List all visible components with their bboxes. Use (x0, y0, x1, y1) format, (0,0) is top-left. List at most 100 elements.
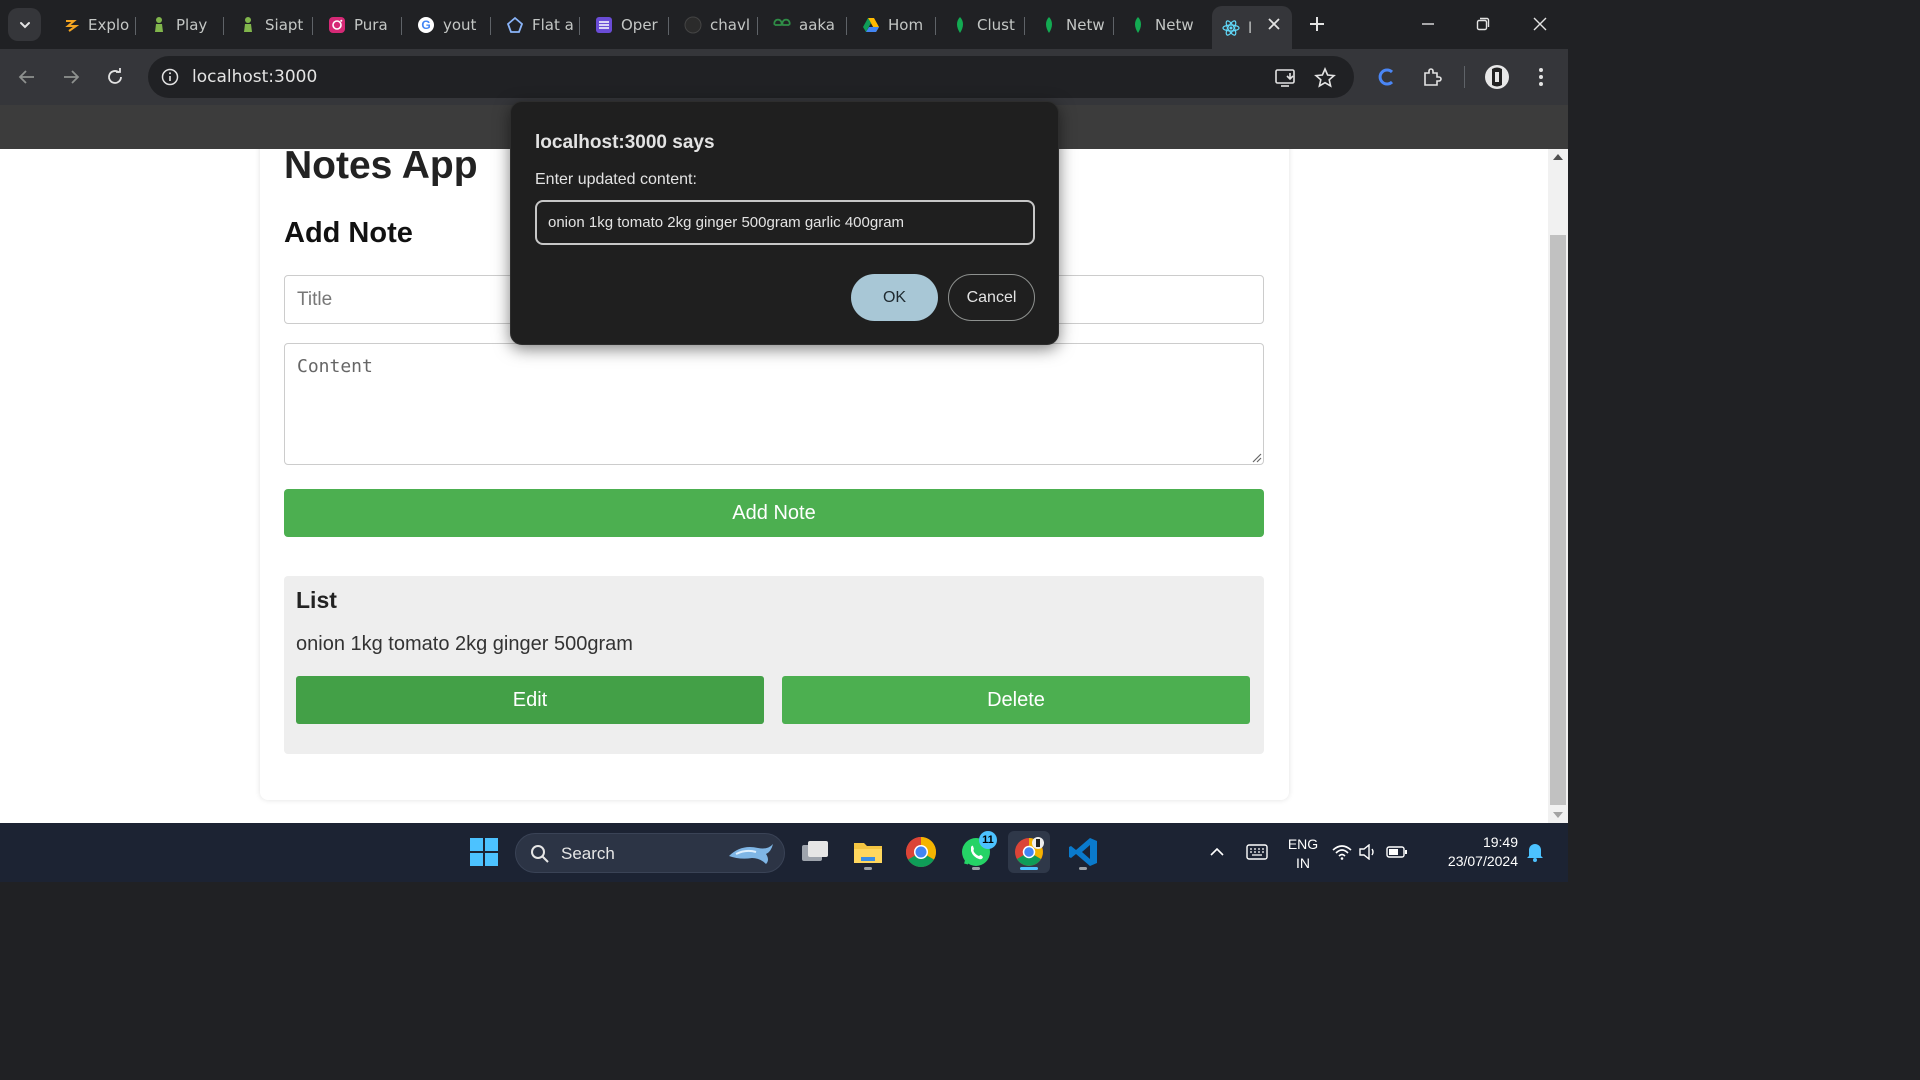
tab-label: Siapt (265, 16, 304, 34)
tab-label: yout (443, 16, 477, 34)
task-view-button[interactable] (794, 831, 836, 873)
tab-label: aaka (799, 16, 835, 34)
new-tab-button[interactable] (1303, 10, 1331, 38)
running-indicator (1079, 867, 1087, 870)
list-icon (595, 16, 613, 34)
site-info-icon[interactable] (158, 65, 182, 89)
extension-c-icon[interactable] (1373, 63, 1401, 91)
edit-note-button[interactable]: Edit (296, 676, 764, 724)
tab-separator (135, 17, 136, 35)
keyboard-icon (1246, 844, 1268, 860)
dolphin-highlight-icon (729, 844, 773, 864)
tab-active-react[interactable]: l (1212, 6, 1292, 49)
tab-label: Netw (1066, 16, 1105, 34)
back-button[interactable] (11, 61, 43, 93)
add-note-button[interactable]: Add Note (284, 489, 1264, 537)
tab-search-button[interactable] (8, 8, 41, 41)
start-button[interactable] (463, 831, 505, 873)
tab-netw-1[interactable]: Netw (1030, 8, 1114, 42)
restore-button[interactable] (1467, 8, 1499, 40)
vscode-icon (1069, 838, 1097, 866)
tab-separator (668, 17, 669, 35)
extensions-puzzle-icon[interactable] (1418, 63, 1446, 91)
tab-hom[interactable]: Hom (852, 8, 936, 42)
tab-separator (312, 17, 313, 35)
resize-grip-icon[interactable] (1250, 451, 1262, 463)
restore-icon (1476, 17, 1490, 31)
tab-separator (846, 17, 847, 35)
chevron-down-icon (19, 21, 30, 28)
tab-explo[interactable]: Explo (52, 8, 136, 42)
scroll-up-arrow-icon[interactable] (1553, 154, 1563, 160)
geeksforgeeks-icon (773, 16, 791, 34)
back-arrow-icon (18, 70, 34, 84)
chess-pawn-icon (239, 16, 257, 34)
tab-chavl[interactable]: chavl (674, 8, 758, 42)
notification-badge: 11 (979, 831, 997, 849)
running-indicator (864, 867, 872, 870)
close-window-button[interactable] (1524, 8, 1556, 40)
bookmark-star-icon[interactable] (1313, 66, 1337, 90)
taskbar-chrome-profile[interactable] (1008, 831, 1050, 873)
touch-keyboard-button[interactable] (1236, 831, 1278, 873)
taskbar-chrome[interactable] (900, 831, 942, 873)
show-hidden-icons-button[interactable] (1196, 831, 1238, 873)
chess-pawn-icon (150, 16, 168, 34)
taskbar-whatsapp[interactable]: 11 (955, 831, 997, 873)
tab-siapt[interactable]: Siapt (229, 8, 313, 42)
tab-flat[interactable]: Flat a (496, 8, 580, 42)
tab-netw-2[interactable]: Netw (1119, 8, 1203, 42)
browser-menu-button[interactable] (1527, 63, 1555, 91)
dialog-ok-button[interactable]: OK (851, 274, 938, 321)
google-icon: G (417, 16, 435, 34)
tab-yout[interactable]: G yout (407, 8, 491, 42)
tab-close-icon[interactable] (1266, 16, 1282, 32)
tab-label: Play (176, 16, 208, 34)
tab-clust[interactable]: Clust (941, 8, 1025, 42)
tab-pura[interactable]: Pura (318, 8, 402, 42)
delete-note-button[interactable]: Delete (782, 676, 1250, 724)
tab-separator (757, 17, 758, 35)
tab-play[interactable]: Play (140, 8, 224, 42)
avatar-icon (1485, 65, 1509, 89)
forward-button[interactable] (55, 61, 87, 93)
tab-separator (935, 17, 936, 35)
note-content-text: onion 1kg tomato 2kg ginger 500gram (296, 633, 633, 655)
quick-settings-button[interactable] (1330, 831, 1410, 873)
google-drive-icon (862, 16, 880, 34)
github-icon (684, 16, 702, 34)
profile-avatar[interactable] (1483, 63, 1511, 91)
mongodb-leaf-icon (1040, 16, 1058, 34)
volume-icon (1359, 844, 1374, 860)
svg-text:G: G (421, 18, 430, 32)
browser-toolbar: localhost:3000 (0, 49, 1568, 105)
taskbar-file-explorer[interactable] (847, 831, 889, 873)
page-title: Notes App (284, 149, 478, 187)
tab-oper[interactable]: Oper (585, 8, 669, 42)
tab-label: Explo (88, 16, 130, 34)
react-icon (1222, 19, 1240, 37)
tab-aaka[interactable]: aaka (763, 8, 847, 42)
taskbar-vscode[interactable] (1062, 831, 1104, 873)
tab-label: chavl (710, 16, 750, 34)
forward-arrow-icon (64, 70, 80, 84)
bell-icon (1527, 844, 1543, 862)
dialog-input[interactable] (535, 200, 1035, 245)
tab-label: Oper (621, 16, 658, 34)
plus-icon (1310, 17, 1324, 31)
minimize-button[interactable] (1412, 8, 1444, 40)
page-scrollbar[interactable] (1548, 149, 1568, 823)
dialog-cancel-button[interactable]: Cancel (948, 274, 1035, 321)
tab-label: Clust (977, 16, 1015, 34)
dialog-message: Enter updated content: (535, 171, 697, 188)
taskbar-search-box[interactable]: Search (515, 833, 785, 873)
note-content-textarea[interactable] (284, 343, 1264, 465)
scroll-down-arrow-icon[interactable] (1553, 812, 1563, 818)
scrollbar-thumb[interactable] (1550, 235, 1566, 805)
notifications-button[interactable] (1522, 831, 1548, 873)
more-vertical-icon (1539, 68, 1543, 86)
reload-button[interactable] (99, 61, 131, 93)
address-bar[interactable]: localhost:3000 (148, 56, 1354, 98)
windows-taskbar: Search 11 ENG IN 19:49 23/07/2024 (0, 823, 1568, 882)
install-app-icon[interactable] (1274, 66, 1298, 90)
